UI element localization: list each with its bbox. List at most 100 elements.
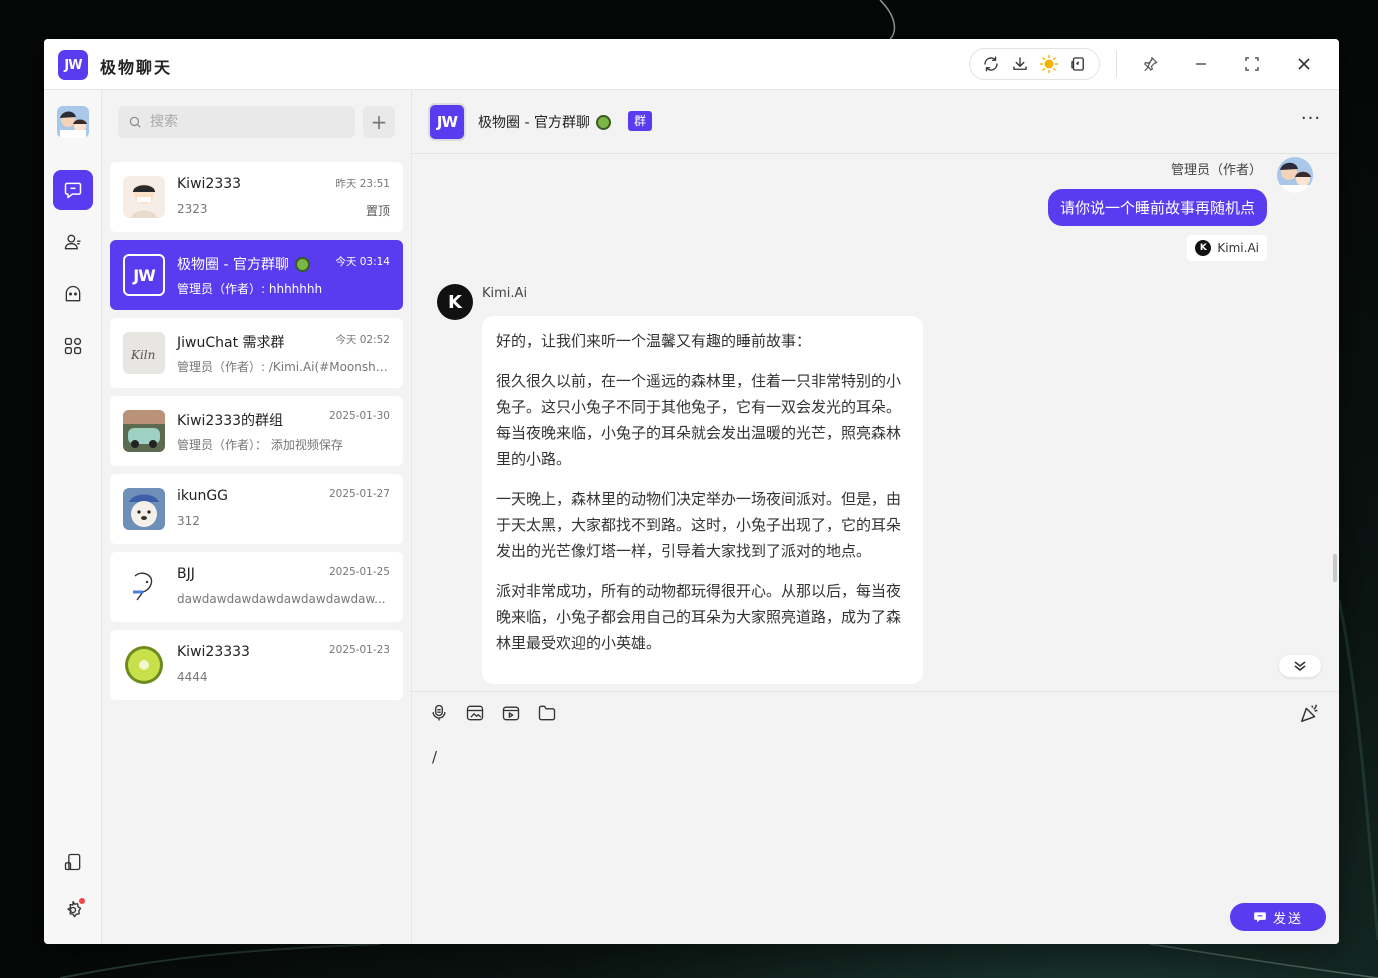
kiwi-badge-icon — [294, 256, 310, 272]
chat-title: 极物圈 - 官方群聊 — [478, 112, 611, 132]
conversation-name: BJJ — [177, 566, 195, 582]
close-icon[interactable] — [1292, 52, 1316, 76]
pin-icon[interactable] — [1138, 52, 1162, 76]
download-icon[interactable] — [1009, 53, 1031, 75]
layout-icon — [64, 853, 81, 871]
folder-icon[interactable] — [536, 702, 558, 724]
title-bar: JW 极物聊天 — [44, 39, 1339, 90]
mention-chip-label: Kimi.Ai — [1217, 241, 1259, 255]
apps-icon — [64, 337, 82, 355]
title-toolbar — [969, 48, 1100, 80]
conversation-item[interactable]: Kiwi23333 2025-01-23 4444 — [110, 630, 403, 700]
conversation-item[interactable]: BJJ 2025-01-25 dawdawdawdawdawdawdawdaw.… — [110, 552, 403, 622]
send-button[interactable]: 发送 — [1230, 903, 1326, 931]
app-window: JW 极物聊天 搜索 + Kiwi2333 昨天 23:51 2323 置顶 J… — [44, 39, 1339, 944]
search-input[interactable] — [150, 114, 340, 130]
conversation-time: 2025-01-23 — [328, 644, 390, 656]
conversation-preview: 2323 — [177, 202, 208, 216]
conversation-time: 今天 02:52 — [335, 334, 390, 346]
avatar — [123, 566, 165, 608]
group-badge: 群 — [628, 111, 653, 131]
message-input[interactable]: / — [432, 748, 1312, 868]
message-bubble-bot[interactable]: 好的，让我们来听一个温馨又有趣的睡前故事： 很久很久以前，在一个遥远的森林里，住… — [482, 316, 923, 684]
conversation-preview: 管理员（作者）: /Kimi.Ai(#Moonshot... — [177, 360, 389, 374]
nav-item-settings[interactable] — [53, 890, 93, 930]
kimi-logo-icon: K — [1195, 240, 1212, 256]
message-paragraph: 很久很久以前，在一个遥远的森林里，住着一只非常特别的小兔子。这只小兔子不同于其他… — [496, 372, 902, 468]
conversation-item[interactable]: Kiln JiwuChat 需求群 今天 02:52 管理员（作者）: /Kim… — [110, 318, 403, 388]
chat-header: JW 极物圈 - 官方群聊 群 ··· — [412, 90, 1339, 154]
message-list: 管理员（作者） 请你说一个睡前故事再随机点 K Kimi.Ai K Kimi.A… — [412, 154, 1339, 691]
search-box — [118, 106, 355, 138]
video-icon[interactable] — [500, 702, 522, 724]
scroll-to-bottom-button[interactable] — [1279, 655, 1321, 677]
kiwi-badge-icon — [595, 114, 611, 130]
conversation-preview: 管理员（作者）: hhhhhhh — [177, 282, 323, 296]
conversation-time: 2025-01-25 — [328, 566, 390, 578]
chat-icon — [64, 182, 82, 199]
conversation-list: + Kiwi2333 昨天 23:51 2323 置顶 JW 极物圈 - 官方群… — [102, 90, 412, 944]
title-divider — [1116, 51, 1117, 77]
conversation-name: 极物圈 - 官方群聊 — [177, 254, 310, 274]
refresh-icon[interactable] — [980, 53, 1002, 75]
window-switch-icon[interactable] — [1067, 53, 1089, 75]
maximize-icon[interactable] — [1240, 52, 1264, 76]
avatar-text: JW — [133, 265, 156, 285]
send-label: 发送 — [1272, 911, 1303, 927]
image-icon[interactable] — [464, 702, 486, 724]
send-icon — [1254, 912, 1266, 923]
nav-item-apps[interactable] — [53, 326, 93, 366]
group-avatar[interactable]: JW — [428, 103, 466, 141]
sun-icon[interactable] — [1038, 53, 1060, 75]
microphone-icon[interactable] — [428, 702, 450, 724]
message-paragraph: 一天晚上，森林里的动物们决定举办一场夜间派对。但是，由于天太黑，大家都找不到路。… — [496, 490, 902, 560]
mention-chip[interactable]: K Kimi.Ai — [1187, 235, 1267, 261]
conversation-name: Kiwi2333的群组 — [177, 413, 284, 429]
more-options-button[interactable]: ··· — [1299, 110, 1323, 134]
conversation-time: 昨天 23:51 — [335, 178, 390, 190]
scrollbar-thumb[interactable] — [1333, 554, 1337, 582]
bot-avatar[interactable]: K — [437, 284, 473, 320]
avatar — [123, 410, 165, 452]
chat-title-text: 极物圈 - 官方群聊 — [478, 115, 590, 131]
nav-item-layout[interactable] — [53, 842, 93, 882]
conversation-name: ikunGG — [177, 488, 229, 504]
nav-item-ghost[interactable] — [53, 274, 93, 314]
conversation-item[interactable]: ikunGG 2025-01-27 312 — [110, 474, 403, 544]
message-paragraph: 派对非常成功，所有的动物都玩得很开心。从那以后，每当夜晚来临，小兔子都会用自己的… — [496, 582, 902, 652]
nav-item-chat[interactable] — [53, 170, 93, 210]
contacts-icon — [64, 234, 81, 250]
conversation-time: 2025-01-30 — [328, 410, 390, 422]
party-popper-icon[interactable] — [1299, 702, 1323, 726]
conversation-name: JiwuChat 需求群 — [177, 335, 285, 351]
composer: / 发送 — [412, 691, 1339, 944]
minimize-icon[interactable] — [1189, 52, 1213, 76]
conversation-preview: 312 — [177, 514, 200, 528]
conversation-preview: dawdawdawdawdawdawdawdaw... — [177, 592, 386, 606]
user-avatar[interactable] — [57, 106, 89, 138]
avatar: Kiln — [123, 332, 165, 374]
conversation-preview: 管理员（作者）： 添加视频保存 — [177, 438, 343, 452]
message-bubble-self[interactable]: 请你说一个睡前故事再随机点 — [1047, 189, 1267, 226]
conversation-name: Kiwi2333 — [177, 176, 242, 192]
conversation-name-text: 极物圈 - 官方群聊 — [177, 257, 289, 273]
message-paragraph: 好的，让我们来听一个温馨又有趣的睡前故事： — [496, 332, 812, 350]
nav-sidebar — [44, 90, 102, 944]
app-title: 极物聊天 — [100, 58, 173, 77]
chat-panel: JW 极物圈 - 官方群聊 群 ··· 管理员（作者） 请你说一个睡前故事再随机… — [412, 90, 1339, 944]
avatar: JW — [123, 254, 165, 296]
conversation-item[interactable]: Kiwi2333 昨天 23:51 2323 置顶 — [110, 162, 403, 232]
avatar — [123, 644, 165, 686]
avatar[interactable] — [1277, 157, 1313, 193]
nav-item-contacts[interactable] — [53, 222, 93, 262]
app-logo: JW — [58, 50, 88, 80]
composer-toolbar — [428, 702, 558, 724]
pinned-tag: 置顶 — [365, 204, 390, 218]
search-icon — [129, 116, 141, 128]
svg-text:Kiln: Kiln — [130, 348, 155, 362]
conversation-time: 2025-01-27 — [328, 488, 390, 500]
add-button[interactable]: + — [363, 106, 395, 138]
conversation-item[interactable]: JW 极物圈 - 官方群聊 今天 03:14 管理员（作者）: hhhhhhh — [110, 240, 403, 310]
avatar — [123, 488, 165, 530]
conversation-item[interactable]: Kiwi2333的群组 2025-01-30 管理员（作者）： 添加视频保存 — [110, 396, 403, 466]
